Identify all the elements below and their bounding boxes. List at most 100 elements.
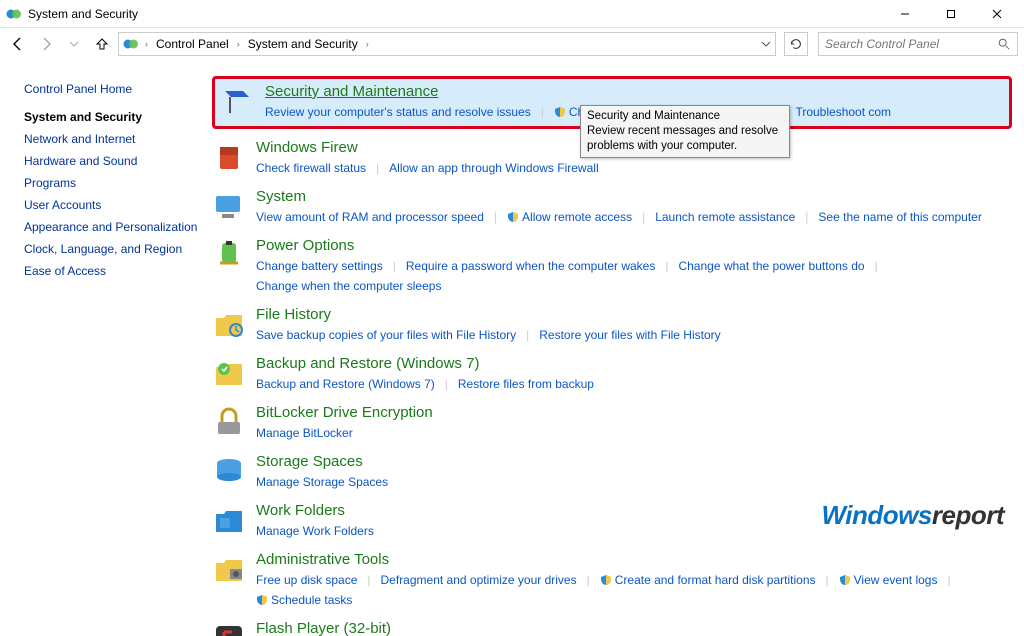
task-link[interactable]: Create and format hard disk partitions <box>600 570 816 590</box>
link-divider: | <box>376 158 379 178</box>
shield-icon <box>507 211 519 223</box>
task-link[interactable]: Review your computer's status and resolv… <box>265 102 531 122</box>
category-section: Storage Spaces Manage Storage Spaces <box>212 453 1012 492</box>
chevron-right-icon: › <box>143 39 150 49</box>
category-title[interactable]: Security and Maintenance <box>265 83 1003 100</box>
category-title[interactable]: Administrative Tools <box>256 551 1012 568</box>
task-link[interactable]: Free up disk space <box>256 570 357 590</box>
category-title[interactable]: System <box>256 188 1012 205</box>
task-link[interactable]: Check firewall status <box>256 158 366 178</box>
category-section: Administrative Tools Free up disk space | D… <box>212 551 1012 610</box>
category-icon <box>212 455 246 489</box>
minimize-button[interactable] <box>882 0 928 28</box>
category-section: BitLocker Drive Encryption Manage BitLock… <box>212 404 1012 443</box>
task-link[interactable]: Save backup copies of your files with Fi… <box>256 325 516 345</box>
shield-icon <box>554 106 566 118</box>
shield-icon <box>600 574 612 586</box>
task-link[interactable]: Backup and Restore (Windows 7) <box>256 374 435 394</box>
maximize-button[interactable] <box>928 0 974 28</box>
task-link[interactable]: View event logs <box>839 570 938 590</box>
link-divider: | <box>805 207 808 227</box>
tooltip: Security and MaintenanceReview recent me… <box>580 105 790 158</box>
up-button[interactable] <box>90 32 114 56</box>
sidebar-item[interactable]: System and Security <box>24 106 202 128</box>
main-content: Control Panel Home System and SecurityNe… <box>0 60 1024 636</box>
recent-dropdown[interactable] <box>62 32 86 56</box>
category-title[interactable]: Backup and Restore (Windows 7) <box>256 355 1012 372</box>
nav-row: › Control Panel › System and Security › <box>0 28 1024 60</box>
search-input[interactable] <box>825 37 997 51</box>
task-link[interactable]: Allow remote access <box>507 207 632 227</box>
forward-button[interactable] <box>34 32 58 56</box>
address-dropdown[interactable] <box>761 39 771 49</box>
task-link[interactable]: View amount of RAM and processor speed <box>256 207 484 227</box>
category-icon <box>212 308 246 342</box>
link-divider: | <box>587 570 590 590</box>
task-link[interactable]: Require a password when the computer wak… <box>406 256 655 276</box>
category-title[interactable]: Storage Spaces <box>256 453 1012 470</box>
sidebar-item[interactable]: Network and Internet <box>24 128 202 150</box>
task-link[interactable]: Troubleshoot com <box>795 102 891 122</box>
task-link[interactable]: See the name of this computer <box>818 207 981 227</box>
category-icon <box>212 622 246 636</box>
category-title[interactable]: Power Options <box>256 237 1012 254</box>
search-box[interactable] <box>818 32 1018 56</box>
sidebar-item[interactable]: Clock, Language, and Region <box>24 238 202 260</box>
task-link[interactable]: Change when the computer sleeps <box>256 276 441 296</box>
task-link[interactable]: Defragment and optimize your drives <box>381 570 577 590</box>
category-title[interactable]: File History <box>256 306 1012 323</box>
breadcrumb-current[interactable]: System and Security <box>246 37 360 51</box>
system-security-icon <box>6 6 22 22</box>
category-icon <box>212 553 246 587</box>
category-section: Flash Player (32-bit) <box>212 620 1012 636</box>
category-icon <box>212 357 246 391</box>
refresh-button[interactable] <box>784 32 808 56</box>
task-link[interactable]: Restore your files with File History <box>539 325 720 345</box>
link-divider: | <box>367 570 370 590</box>
sidebar-item[interactable]: Hardware and Sound <box>24 150 202 172</box>
window-buttons <box>882 0 1020 28</box>
task-link[interactable]: Allow an app through Windows Firewall <box>389 158 598 178</box>
link-divider: | <box>875 256 878 276</box>
watermark: Windowsreport <box>822 500 1005 531</box>
close-button[interactable] <box>974 0 1020 28</box>
sidebar-home[interactable]: Control Panel Home <box>24 78 202 100</box>
category-section: File History Save backup copies of your f… <box>212 306 1012 345</box>
shield-icon <box>256 594 268 606</box>
link-divider: | <box>445 374 448 394</box>
task-link[interactable]: Schedule tasks <box>256 590 352 610</box>
task-link[interactable]: Launch remote assistance <box>655 207 795 227</box>
task-link[interactable]: Manage Storage Spaces <box>256 472 388 492</box>
link-divider: | <box>541 102 544 122</box>
content-pane: Security and Maintenance Review your comp… <box>210 60 1024 636</box>
category-icon <box>212 190 246 224</box>
link-divider: | <box>393 256 396 276</box>
category-section: Backup and Restore (Windows 7) Backup and… <box>212 355 1012 394</box>
window-title: System and Security <box>28 7 882 21</box>
category-icon <box>212 239 246 273</box>
sidebar-item[interactable]: Appearance and Personalization <box>24 216 202 238</box>
sidebar-item[interactable]: Ease of Access <box>24 260 202 282</box>
task-link[interactable]: Change battery settings <box>256 256 383 276</box>
category-title[interactable]: Flash Player (32-bit) <box>256 620 1012 636</box>
link-divider: | <box>947 570 950 590</box>
link-divider: | <box>494 207 497 227</box>
back-button[interactable] <box>6 32 30 56</box>
breadcrumb-root[interactable]: Control Panel <box>154 37 231 51</box>
link-divider: | <box>826 570 829 590</box>
category-section: Power Options Change battery settings | Req… <box>212 237 1012 296</box>
task-link[interactable]: Restore files from backup <box>458 374 594 394</box>
search-icon[interactable] <box>997 37 1011 51</box>
task-link[interactable]: Manage BitLocker <box>256 423 353 443</box>
category-title[interactable]: BitLocker Drive Encryption <box>256 404 1012 421</box>
sidebar-item[interactable]: User Accounts <box>24 194 202 216</box>
task-link[interactable]: Change what the power buttons do <box>678 256 864 276</box>
task-link[interactable]: Manage Work Folders <box>256 521 374 541</box>
category-section: Security and Maintenance Review your comp… <box>212 76 1012 129</box>
sidebar-item[interactable]: Programs <box>24 172 202 194</box>
system-security-icon <box>123 36 139 52</box>
address-bar[interactable]: › Control Panel › System and Security › <box>118 32 776 56</box>
titlebar: System and Security <box>0 0 1024 28</box>
category-icon <box>221 85 255 119</box>
category-icon <box>212 141 246 175</box>
